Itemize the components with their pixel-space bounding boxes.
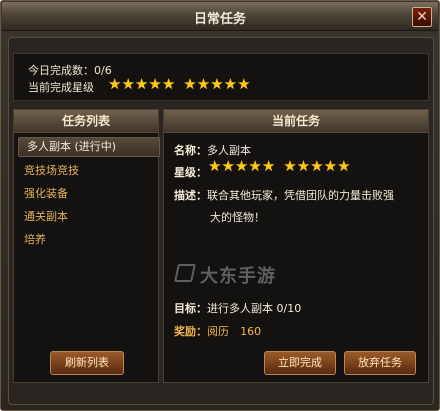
star-icon: ★ bbox=[196, 75, 211, 93]
star-icon: ★ bbox=[208, 157, 222, 175]
watermark-text: 大东手游 bbox=[200, 266, 276, 287]
abandon-task-button[interactable]: 放弃任务 bbox=[344, 351, 416, 375]
task-description: 描述：联合其他玩家，凭借团队的力量击败强 大的怪物！ bbox=[174, 184, 420, 225]
completed-label: 今日完成数： bbox=[28, 64, 94, 77]
completed-count: 今日完成数：0/6 bbox=[28, 62, 112, 78]
name-label: 名称： bbox=[174, 144, 207, 157]
task-name-row: 名称：多人副本 bbox=[174, 139, 251, 158]
star-icon: ★ bbox=[121, 75, 135, 93]
daily-task-window: 日常任务 ✕ 今日完成数：0/6 当前完成星级 ★ ★ ★ ★ ★ ★ ★ ★ ★ ★ 任务列表… bbox=[0, 0, 440, 411]
reward-name: 阅历 bbox=[207, 325, 229, 338]
star-icon: ★ bbox=[210, 75, 224, 93]
star-icon: ★ bbox=[148, 75, 162, 93]
desc-line-2: 大的怪物！ bbox=[210, 211, 265, 224]
star-icon: ★ bbox=[161, 75, 176, 93]
name-value: 多人副本 bbox=[207, 144, 251, 157]
task-list-panel: 任务列表 多人副本 (进行中) 竞技场竞技 强化装备 通关副本 培养 刷新列表 bbox=[13, 109, 160, 383]
task-reward-row: 奖励：阅历 160 bbox=[174, 320, 261, 339]
star-icon: ★ bbox=[223, 75, 238, 93]
task-list-header: 任务列表 bbox=[14, 110, 158, 133]
reward-label: 奖励： bbox=[174, 325, 207, 338]
goal-value: 进行多人副本 0/10 bbox=[207, 302, 302, 315]
star-icon: ★ bbox=[296, 157, 311, 175]
complete-now-button[interactable]: 立即完成 bbox=[264, 351, 336, 375]
task-goal-row: 目标：进行多人副本 0/10 bbox=[174, 297, 301, 316]
watermark: 大东手游 bbox=[174, 262, 276, 288]
current-task-header: 当前任务 bbox=[164, 110, 428, 133]
goal-label: 目标： bbox=[174, 302, 207, 315]
current-stars-label: 当前完成星级 bbox=[28, 81, 94, 94]
desc-line-1: 联合其他玩家，凭借团队的力量击败强 bbox=[207, 189, 394, 202]
star-icon: ★ bbox=[323, 157, 338, 175]
star-icon: ★ bbox=[248, 157, 262, 175]
star-icon: ★ bbox=[261, 157, 276, 175]
task-item-2[interactable]: 强化装备 bbox=[24, 185, 68, 201]
refresh-list-button[interactable]: 刷新列表 bbox=[50, 351, 124, 375]
watermark-logo-icon bbox=[174, 264, 196, 282]
star-icon: ★ bbox=[337, 157, 351, 175]
task-item-0[interactable]: 多人副本 (进行中) bbox=[18, 137, 160, 157]
star-icon: ★ bbox=[283, 157, 297, 175]
task-stars-row: 星级： bbox=[174, 161, 207, 180]
reward-value: 160 bbox=[240, 325, 262, 338]
task-item-4[interactable]: 培养 bbox=[24, 231, 46, 247]
summary-panel: 今日完成数：0/6 当前完成星级 ★ ★ ★ ★ ★ ★ ★ ★ ★ ★ bbox=[13, 53, 429, 101]
current-task-panel: 当前任务 名称：多人副本 星级： ★ ★ ★ ★ ★ ★ ★ ★ ★ ★ 描述：联合其他玩家，凭… bbox=[163, 109, 429, 383]
task-stars: ★ ★ ★ ★ ★ ★ ★ ★ ★ ★ bbox=[208, 159, 351, 174]
star-icon: ★ bbox=[237, 75, 251, 93]
star-icon: ★ bbox=[310, 157, 324, 175]
star-icon: ★ bbox=[234, 157, 249, 175]
desc-label: 描述： bbox=[174, 189, 207, 202]
title-bar[interactable]: 日常任务 ✕ bbox=[2, 2, 438, 31]
task-item-1[interactable]: 竞技场竞技 bbox=[24, 162, 79, 178]
close-icon[interactable]: ✕ bbox=[412, 7, 432, 27]
task-item-3[interactable]: 通关副本 bbox=[24, 208, 68, 224]
star-icon: ★ bbox=[221, 157, 235, 175]
summary-stars: ★ ★ ★ ★ ★ ★ ★ ★ ★ ★ bbox=[108, 77, 251, 92]
star-icon: ★ bbox=[183, 75, 197, 93]
star-icon: ★ bbox=[108, 75, 122, 93]
window-title: 日常任务 bbox=[193, 12, 246, 27]
star-icon: ★ bbox=[134, 75, 149, 93]
stars-label: 星级： bbox=[174, 166, 207, 179]
